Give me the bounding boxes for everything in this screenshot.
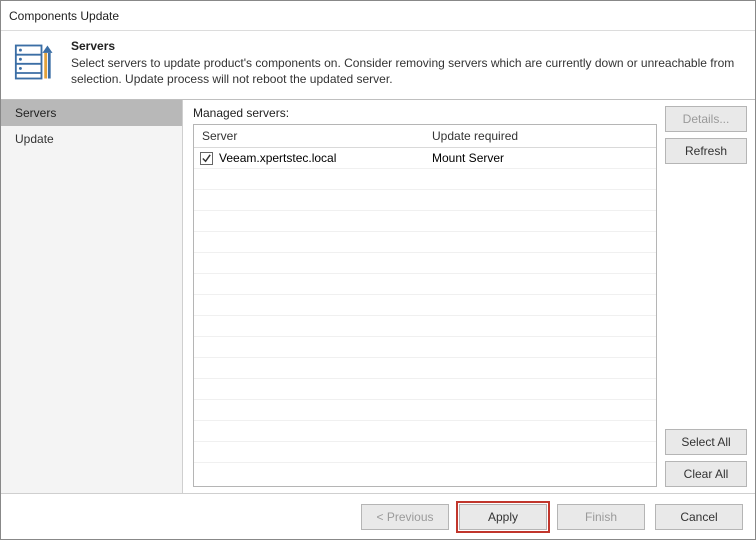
finish-button: Finish	[557, 504, 645, 530]
table-row	[194, 442, 656, 463]
window-title: Components Update	[9, 9, 707, 23]
check-icon	[201, 153, 212, 164]
footer: < Previous Apply Finish Cancel	[1, 493, 755, 539]
details-button: Details...	[665, 106, 747, 132]
header-description: Select servers to update product's compo…	[71, 55, 743, 87]
table-row	[194, 211, 656, 232]
table-row	[194, 253, 656, 274]
content-main: Managed servers: Server Update required …	[193, 106, 657, 487]
table-row	[194, 169, 656, 190]
close-button[interactable]	[707, 2, 747, 30]
table-row	[194, 421, 656, 442]
table-row	[194, 232, 656, 253]
update-required-cell: Mount Server	[424, 151, 656, 165]
nav-item-servers[interactable]: Servers	[1, 100, 182, 126]
clear-all-button[interactable]: Clear All	[665, 461, 747, 487]
side-buttons: Details... Refresh Select All Clear All	[657, 106, 747, 487]
refresh-button[interactable]: Refresh	[665, 138, 747, 164]
header-heading: Servers	[71, 39, 743, 53]
nav-item-label: Servers	[15, 106, 56, 120]
column-header-server[interactable]: Server	[194, 125, 424, 147]
grid-header: Server Update required	[194, 125, 656, 148]
header: Servers Select servers to update product…	[1, 31, 755, 99]
cancel-button[interactable]: Cancel	[655, 504, 743, 530]
table-row	[194, 379, 656, 400]
nav-item-update[interactable]: Update	[1, 126, 182, 152]
nav-item-label: Update	[15, 132, 54, 146]
servers-grid: Server Update required Veeam.xpertstec.l…	[193, 124, 657, 487]
table-row	[194, 337, 656, 358]
row-checkbox[interactable]	[200, 152, 213, 165]
server-update-icon	[13, 39, 59, 85]
server-name: Veeam.xpertstec.local	[219, 151, 336, 165]
table-row	[194, 316, 656, 337]
title-bar: Components Update	[1, 1, 755, 31]
dialog-window: Components Update Servers Sel	[0, 0, 756, 540]
table-row	[194, 400, 656, 421]
spacer	[665, 170, 747, 423]
managed-servers-label: Managed servers:	[193, 106, 657, 120]
previous-button: < Previous	[361, 504, 449, 530]
table-row	[194, 295, 656, 316]
header-text: Servers Select servers to update product…	[71, 39, 743, 87]
apply-button[interactable]: Apply	[459, 504, 547, 530]
select-all-button[interactable]: Select All	[665, 429, 747, 455]
table-row	[194, 274, 656, 295]
table-row	[194, 358, 656, 379]
body: Servers Update Managed servers: Server U…	[1, 99, 755, 493]
table-row[interactable]: Veeam.xpertstec.local Mount Server	[194, 148, 656, 169]
table-row	[194, 190, 656, 211]
wizard-nav: Servers Update	[1, 100, 183, 493]
column-header-update-required[interactable]: Update required	[424, 125, 656, 147]
content-area: Managed servers: Server Update required …	[183, 100, 755, 493]
